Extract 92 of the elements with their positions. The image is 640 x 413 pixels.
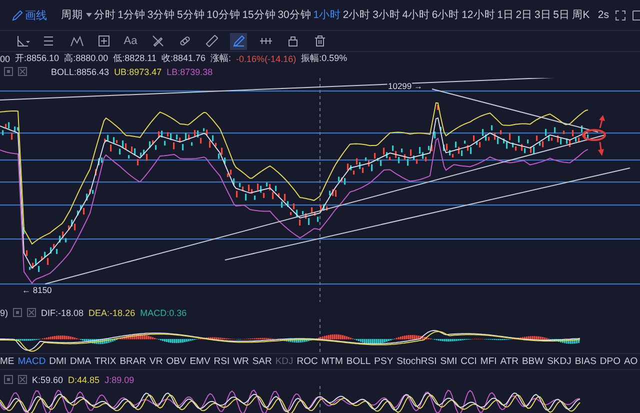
legend-value: DIF:-18.08 xyxy=(41,308,84,318)
settings-icon[interactable] xyxy=(13,308,22,317)
close-icon[interactable] xyxy=(27,308,36,317)
indicator-tab[interactable]: EMV xyxy=(190,356,210,367)
legend-value: J:89.09 xyxy=(104,374,134,384)
drawing-tool[interactable] xyxy=(203,32,220,50)
period-tab[interactable]: 周K xyxy=(572,8,590,22)
legend-value: 振幅:0.59% xyxy=(301,52,348,65)
drawing-tool[interactable] xyxy=(230,32,247,50)
period-dropdown[interactable]: 周期 xyxy=(61,8,92,22)
legend-value: UB:8973.47 xyxy=(114,66,162,76)
period-tab[interactable]: 10分钟 xyxy=(206,8,240,22)
settings-icon[interactable] xyxy=(4,67,13,76)
legend-value: 9) xyxy=(0,308,8,318)
arrow-icon xyxy=(599,115,605,128)
indicator-tab[interactable]: StochRSI xyxy=(396,356,437,367)
legend-value: BOLL:8856.43 xyxy=(51,66,110,76)
legend-value: 高:8880.00 xyxy=(64,52,108,65)
arrow-icon xyxy=(598,142,604,156)
pen-icon xyxy=(152,35,164,47)
indicator-tab[interactable]: TRIX xyxy=(94,356,116,367)
legend-value: 收:8841.76 xyxy=(161,52,206,65)
indicator-tab[interactable]: SKDJ xyxy=(547,356,572,367)
close-icon[interactable] xyxy=(18,67,27,76)
trash-icon xyxy=(314,35,326,47)
period-tab[interactable]: 2日 xyxy=(516,8,533,22)
period-tab[interactable]: 12小时 xyxy=(462,8,496,22)
lock-icon xyxy=(286,35,298,47)
ellipse-marker xyxy=(582,129,606,141)
indicator-tab[interactable]: BRAR xyxy=(120,356,146,367)
pen-icon xyxy=(12,10,23,20)
indicator-tab[interactable]: DPO xyxy=(600,356,621,367)
ruler-icon xyxy=(206,35,218,47)
refresh-interval[interactable]: 2s xyxy=(598,9,609,21)
angle-icon xyxy=(16,35,30,47)
indicator-tab[interactable]: AO xyxy=(624,356,638,367)
link-icon xyxy=(178,35,190,47)
legend-value: 开:8856.10 xyxy=(15,52,60,65)
period-tab[interactable]: 1小时 xyxy=(313,8,342,22)
indicator-tab[interactable]: SMI xyxy=(440,356,458,367)
legend-value: DEA:-18.26 xyxy=(88,308,136,318)
indicator-tab[interactable]: OBV xyxy=(166,356,186,367)
indicator-tab[interactable]: VR xyxy=(150,356,163,367)
period-tab[interactable]: 3小时 xyxy=(372,8,400,22)
period-tab[interactable]: 15分钟 xyxy=(242,8,276,22)
indicator-tab[interactable]: MFI xyxy=(480,356,497,367)
indicator-tab[interactable]: RSI xyxy=(214,356,230,367)
period-tab[interactable]: 6小时 xyxy=(432,8,460,22)
text-tool[interactable]: Aa xyxy=(122,32,139,50)
legend-value: MACD:0.36 xyxy=(140,308,187,318)
pen-icon xyxy=(232,35,244,47)
price-label: 10299 → xyxy=(388,81,422,91)
indicator-tab[interactable]: WR xyxy=(233,356,249,367)
wave-icon xyxy=(70,35,84,47)
indicator-tab[interactable]: SAR xyxy=(252,356,272,367)
legend-value: K:59.60 xyxy=(32,374,64,384)
period-tab[interactable]: 3分钟 xyxy=(147,8,176,22)
period-tab[interactable]: 5分钟 xyxy=(177,8,205,22)
indicator-tab[interactable]: BOLL xyxy=(346,356,371,367)
period-tab[interactable]: 1日 xyxy=(497,8,514,22)
indicator-tab[interactable]: ATR xyxy=(500,356,519,367)
indicator-tab[interactable]: ROC xyxy=(296,356,318,367)
legend-value: 00 xyxy=(0,54,10,64)
legend-value: -0.16%(-14.16) xyxy=(236,54,296,64)
indicator-tab[interactable]: MACD xyxy=(18,356,46,367)
crosshair-box-icon xyxy=(98,35,110,47)
legend-value: 低:8828.11 xyxy=(113,52,156,65)
period-tab[interactable]: 30分钟 xyxy=(278,8,312,22)
indicator-tab[interactable]: BBW xyxy=(522,356,544,367)
legend-value: LB:8739.38 xyxy=(166,66,213,76)
window-icon[interactable] xyxy=(632,10,640,20)
indicator-tab[interactable]: ME xyxy=(0,356,14,367)
period-tab[interactable]: 2小时 xyxy=(342,8,371,22)
indicator-tab[interactable]: DMI xyxy=(49,356,67,367)
settings-icon[interactable] xyxy=(4,375,13,384)
period-tab[interactable]: 4小时 xyxy=(402,8,430,22)
period-tab[interactable]: 3日 xyxy=(534,8,552,22)
indicator-tab[interactable]: BIAS xyxy=(574,356,596,367)
price-label: ← 8150 xyxy=(22,285,52,295)
indicator-tab[interactable]: CCI xyxy=(460,356,477,367)
indicator-tab[interactable]: DMA xyxy=(70,356,92,367)
legend-value: D:44.85 xyxy=(68,374,100,384)
fullscreen-icon[interactable] xyxy=(615,10,626,20)
indicator-tab[interactable]: PSY xyxy=(374,356,394,367)
indicator-tab[interactable]: MTM xyxy=(321,356,343,367)
caret-icon xyxy=(86,13,92,17)
period-tab[interactable]: 1分钟 xyxy=(118,8,146,22)
draw-button[interactable]: 画线 xyxy=(12,8,47,22)
close-icon[interactable] xyxy=(18,375,27,384)
period-tab[interactable]: 5日 xyxy=(553,8,570,22)
period-tab[interactable]: 分时 xyxy=(94,8,116,22)
legend-value: 涨幅: xyxy=(210,52,232,65)
